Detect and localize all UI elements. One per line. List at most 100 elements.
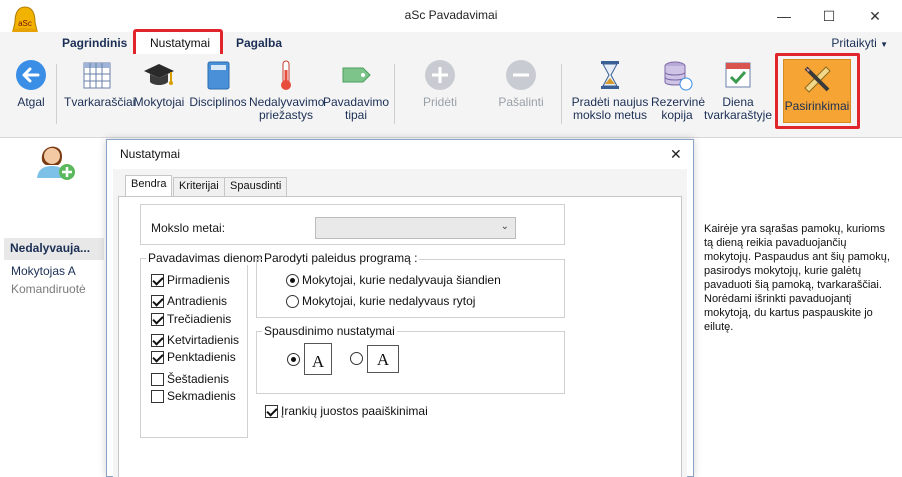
absent-list-item[interactable]: Komandiruotė xyxy=(11,282,86,296)
checkbox[interactable] xyxy=(151,333,164,347)
teachers-label: Mokytojai xyxy=(133,95,185,109)
startup-group xyxy=(256,259,565,318)
day-timetable-label-2: tvarkaraštyje xyxy=(703,108,773,122)
ribbon-divider xyxy=(394,64,395,124)
checkbox[interactable] xyxy=(151,389,164,403)
day-timetable-button[interactable]: Diena tvarkaraštyje xyxy=(702,58,774,122)
minimize-icon[interactable]: — xyxy=(761,0,807,32)
page-glyph: A xyxy=(311,352,325,371)
customize-button[interactable]: Pritaikyti ▼ xyxy=(831,36,888,50)
day-checkbox[interactable]: Ketvirtadienis xyxy=(151,333,239,347)
absence-reasons-button[interactable]: Nedalyvavimo priežastys xyxy=(249,58,324,122)
pencil-ruler-icon xyxy=(804,66,831,93)
startup-radio[interactable]: Mokytojai, kurie nedalyvaus rytoj xyxy=(286,294,475,308)
days-group-label: Pavadavimas dienoms xyxy=(146,251,271,265)
options-button[interactable]: Pasirinkimai xyxy=(783,59,851,123)
checkbox[interactable] xyxy=(151,273,164,287)
print-portrait-option[interactable]: A xyxy=(287,343,332,375)
startup-option-label: Mokytojai, kurie nedalyvaus rytoj xyxy=(302,294,476,308)
new-school-year-button[interactable]: Pradėti naujus mokslo metus xyxy=(568,58,652,122)
checkbox[interactable] xyxy=(151,372,164,386)
school-year-select[interactable]: ⌄ xyxy=(315,217,516,239)
dialog-tab-spausdinti[interactable]: Spausdinti xyxy=(224,177,288,196)
subjects-button[interactable]: Disciplinos xyxy=(189,58,247,109)
print-landscape-option[interactable]: A xyxy=(350,343,399,373)
day-label: Trečiadienis xyxy=(167,312,232,326)
new-school-year-label-2: mokslo metus xyxy=(572,108,648,122)
remove-label: Pašalinti xyxy=(498,95,544,109)
radio[interactable] xyxy=(286,273,299,287)
landscape-page-icon: A xyxy=(367,345,399,373)
substitution-types-label-2: tipai xyxy=(344,108,367,122)
add-label: Pridėti xyxy=(422,95,457,109)
ribbon-divider xyxy=(561,64,562,124)
chevron-down-icon: ▼ xyxy=(880,40,888,49)
toolbar-tips-label: Įrankių juostos paaiškinimai xyxy=(281,404,428,418)
book-icon xyxy=(207,61,230,90)
checkbox[interactable] xyxy=(265,404,278,418)
tab-nustatymai[interactable]: Nustatymai xyxy=(150,36,210,50)
teachers-button[interactable]: Mokytojai xyxy=(131,58,187,109)
timetables-label: Tvarkaraščiai xyxy=(64,95,136,109)
checkbox[interactable] xyxy=(151,294,164,308)
radio[interactable] xyxy=(286,294,299,308)
toolbar-tips-checkbox[interactable]: Įrankių juostos paaiškinimai xyxy=(265,404,428,418)
graduation-cap-icon xyxy=(144,64,174,85)
startup-group-label: Parodyti paleidus programą : xyxy=(262,251,420,265)
chevron-down-icon: ⌄ xyxy=(500,221,509,232)
database-icon xyxy=(664,61,693,91)
day-label: Penktadienis xyxy=(167,350,236,364)
backup-label-2: kopija xyxy=(661,108,693,122)
close-icon[interactable]: ✕ xyxy=(852,0,898,32)
calendar-check-icon xyxy=(725,62,751,88)
options-label: Pasirinkimai xyxy=(784,99,850,113)
subjects-label: Disciplinos xyxy=(189,95,247,109)
thermometer-icon xyxy=(281,60,291,90)
back-arrow-icon xyxy=(16,60,46,90)
remove-button[interactable]: Pašalinti xyxy=(493,58,549,109)
add-user-avatar-icon[interactable] xyxy=(32,138,78,184)
dialog-tab-bendra[interactable]: Bendra xyxy=(125,175,173,197)
day-checkbox[interactable]: Penktadienis xyxy=(151,350,236,364)
startup-radio[interactable]: Mokytojai, kurie nedalyvauja šiandien xyxy=(286,273,501,287)
absent-list-header[interactable]: Nedalyvauja... xyxy=(4,238,104,260)
day-label: Šeštadienis xyxy=(167,372,230,386)
day-checkbox[interactable]: Pirmadienis xyxy=(151,273,230,287)
day-checkbox[interactable]: Sekmadienis xyxy=(151,389,236,403)
absence-reasons-label-2: priežastys xyxy=(258,108,314,122)
radio[interactable] xyxy=(350,351,363,365)
absent-list-item[interactable]: Mokytojas A xyxy=(11,264,76,278)
tab-pagrindinis[interactable]: Pagrindinis xyxy=(62,36,127,50)
dialog-tab-kriterijai[interactable]: Kriterijai xyxy=(173,177,225,196)
checkbox[interactable] xyxy=(151,350,164,364)
back-label: Atgal xyxy=(17,95,45,109)
minus-icon xyxy=(506,60,536,90)
day-checkbox[interactable]: Trečiadienis xyxy=(151,312,231,326)
page-glyph: A xyxy=(376,350,390,369)
left-panel xyxy=(0,139,106,477)
maximize-icon[interactable]: ☐ xyxy=(806,0,852,32)
timetables-button[interactable]: Tvarkaraščiai xyxy=(64,58,136,109)
school-year-label: Mokslo metai: xyxy=(151,221,226,235)
back-button[interactable]: Atgal xyxy=(12,58,50,109)
help-text: Kairėje yra sąrašas pamokų, kurioms tą d… xyxy=(704,223,890,333)
day-checkbox[interactable]: Šeštadienis xyxy=(151,372,229,386)
day-label: Sekmadienis xyxy=(167,389,236,403)
plus-icon xyxy=(425,60,455,90)
grid-table-icon xyxy=(83,62,111,89)
day-checkbox[interactable]: Antradienis xyxy=(151,294,227,308)
radio[interactable] xyxy=(287,352,300,366)
ribbon-divider xyxy=(56,64,57,124)
substitution-types-button[interactable]: Pavadavimo tipai xyxy=(323,58,389,122)
portrait-page-icon: A xyxy=(304,343,332,375)
customize-label: Pritaikyti xyxy=(831,36,877,50)
day-label: Antradienis xyxy=(167,294,228,308)
add-button[interactable]: Pridėti xyxy=(413,58,467,109)
dialog-close-icon[interactable]: ✕ xyxy=(670,146,682,163)
day-label: Pirmadienis xyxy=(167,273,230,287)
day-label: Ketvirtadienis xyxy=(167,333,240,347)
checkbox[interactable] xyxy=(151,312,164,326)
tab-pagalba[interactable]: Pagalba xyxy=(236,36,282,50)
tag-icon xyxy=(342,67,371,83)
backup-button[interactable]: Rezervinė kopija xyxy=(651,58,705,122)
